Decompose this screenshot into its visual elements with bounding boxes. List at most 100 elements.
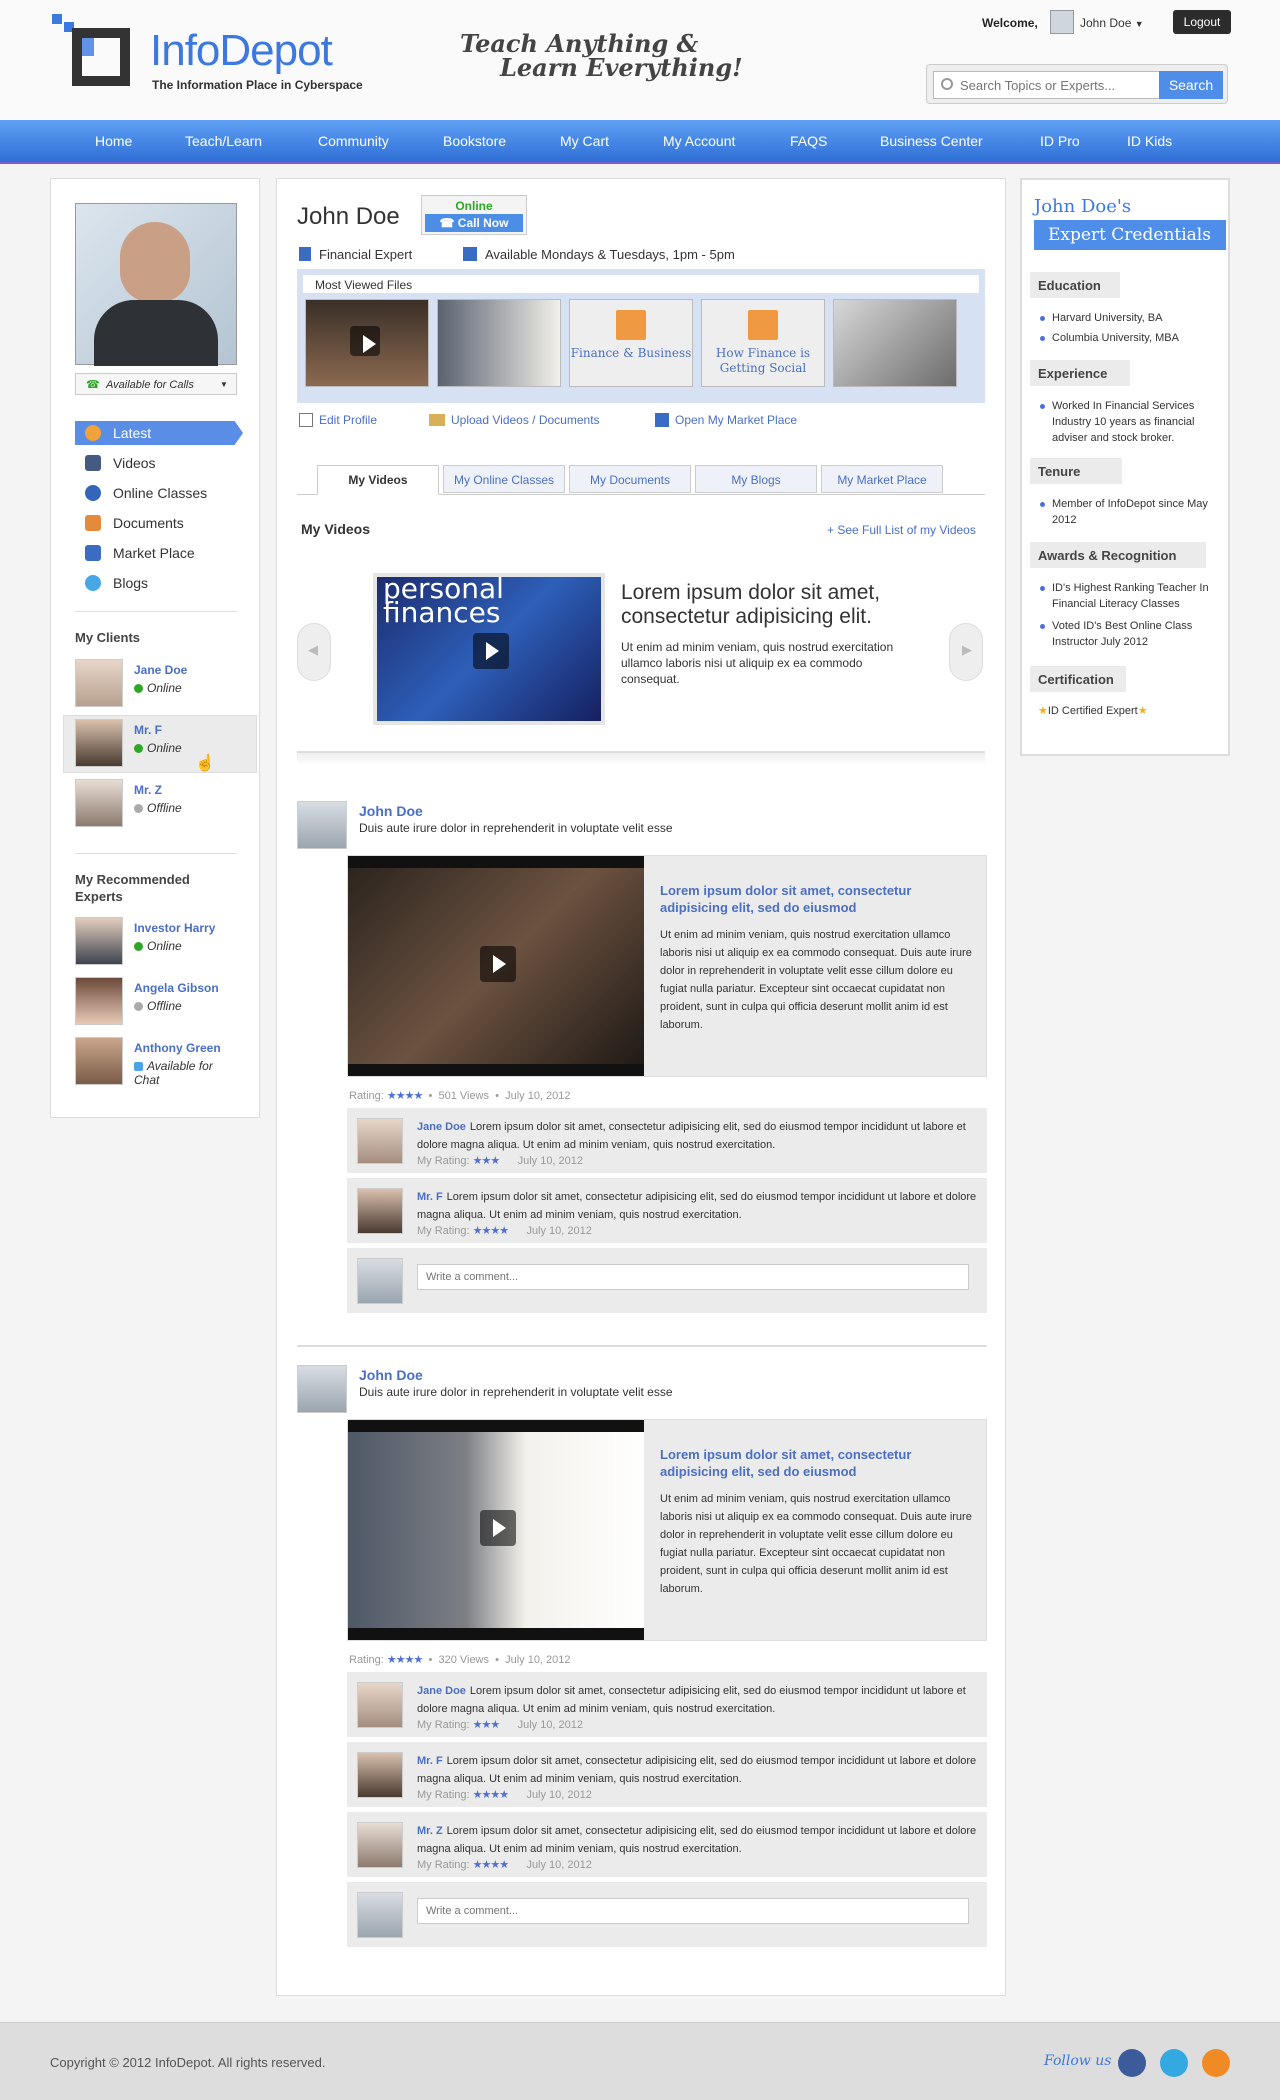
comment-author[interactable]: Mr. F bbox=[417, 1191, 443, 1203]
rating-stars[interactable]: ★★★★ bbox=[387, 1654, 423, 1666]
file-video-1[interactable] bbox=[305, 299, 429, 387]
video-thumbnail[interactable] bbox=[348, 1420, 644, 1640]
edit-profile-link[interactable]: Edit Profile bbox=[299, 413, 377, 427]
nav-home[interactable]: Home bbox=[95, 133, 132, 149]
expert-investor-harry[interactable]: Investor Harry Online bbox=[75, 917, 245, 971]
avatar bbox=[297, 801, 347, 849]
comment-author[interactable]: Mr. F bbox=[417, 1755, 443, 1767]
comment-input[interactable] bbox=[417, 1898, 969, 1924]
tab-my-documents[interactable]: My Documents bbox=[569, 465, 691, 493]
nav-teach-learn[interactable]: Teach/Learn bbox=[185, 133, 262, 149]
nav-community[interactable]: Community bbox=[318, 133, 389, 149]
logout-button[interactable]: Logout bbox=[1173, 10, 1231, 34]
credentials-panel: John Doe's Expert Credentials Education … bbox=[1020, 178, 1230, 756]
nav-faqs[interactable]: FAQS bbox=[790, 133, 827, 149]
tab-my-videos[interactable]: My Videos bbox=[317, 465, 439, 495]
nav-id-kids[interactable]: ID Kids bbox=[1127, 133, 1172, 149]
status: Online bbox=[134, 939, 182, 953]
comment: Mr. Z Lorem ipsum dolor sit amet, consect… bbox=[347, 1811, 987, 1877]
search-box: Search bbox=[926, 64, 1228, 104]
market-place-link[interactable]: Open My Market Place bbox=[655, 413, 797, 427]
facebook-icon[interactable] bbox=[1118, 2049, 1146, 2077]
logo-tagline: The Information Place in Cyberspace bbox=[152, 78, 363, 92]
avatar bbox=[75, 977, 123, 1025]
file-how-finance-social[interactable]: How Finance is Getting Social bbox=[701, 299, 825, 387]
status: Offline bbox=[134, 801, 182, 815]
video-box: Lorem ipsum dolor sit amet, consectetur … bbox=[347, 1419, 987, 1641]
user-menu[interactable]: John Doe ▼ bbox=[1080, 16, 1144, 30]
rss-icon[interactable] bbox=[1202, 2049, 1230, 2077]
video-thumbnail[interactable] bbox=[348, 856, 644, 1076]
post-author[interactable]: John Doe bbox=[359, 1367, 423, 1383]
status: Online bbox=[134, 681, 182, 695]
featured-video-thumbnail[interactable]: personal finances bbox=[373, 573, 605, 725]
section-title: My Videos bbox=[301, 521, 370, 537]
featured-video-title[interactable]: Lorem ipsum dolor sit amet, consectetur … bbox=[621, 581, 941, 629]
nav-id-pro[interactable]: ID Pro bbox=[1040, 133, 1080, 149]
video-meta: Rating: ★★★★ • 501 Views • July 10, 2012 bbox=[349, 1090, 571, 1102]
avatar bbox=[357, 1258, 403, 1304]
client-mr-f[interactable]: Mr. F Online ☝ bbox=[75, 719, 245, 773]
search-button[interactable]: Search bbox=[1159, 71, 1223, 99]
nav-bookstore[interactable]: Bookstore bbox=[443, 133, 506, 149]
comment-date: July 10, 2012 bbox=[517, 1155, 584, 1167]
comment-meta: My Rating: ★★★★ July 10, 2012 bbox=[417, 1788, 592, 1801]
sidebar-item-documents[interactable]: Documents bbox=[75, 511, 243, 535]
file-video-2[interactable] bbox=[437, 299, 561, 387]
nav-my-cart[interactable]: My Cart bbox=[560, 133, 609, 149]
carousel-prev-button[interactable]: ◀ bbox=[297, 623, 331, 681]
sidebar-item-videos[interactable]: Videos bbox=[75, 451, 243, 475]
avatar bbox=[297, 1365, 347, 1413]
comment-body: Lorem ipsum dolor sit amet, consectetur … bbox=[417, 1121, 966, 1151]
search-input[interactable] bbox=[933, 71, 1163, 99]
tenure-heading: Tenure bbox=[1030, 458, 1122, 484]
see-full-list-link[interactable]: + See Full List of my Videos bbox=[827, 523, 976, 537]
online-status-icon bbox=[134, 744, 143, 753]
comment-author[interactable]: Jane Doe bbox=[417, 1121, 466, 1133]
play-icon bbox=[480, 946, 516, 982]
video-title[interactable]: Lorem ipsum dolor sit amet, consectetur … bbox=[660, 1446, 975, 1480]
my-clients-title: My Clients bbox=[75, 630, 141, 645]
certification-heading: Certification bbox=[1030, 666, 1126, 692]
rating-stars[interactable]: ★★★★ bbox=[387, 1090, 423, 1102]
avatar bbox=[357, 1118, 403, 1164]
comment-body: Lorem ipsum dolor sit amet, consectetur … bbox=[417, 1191, 977, 1221]
user-avatar[interactable] bbox=[1050, 10, 1074, 34]
experience-heading: Experience bbox=[1030, 360, 1130, 386]
twitter-icon[interactable] bbox=[1160, 2049, 1188, 2077]
sidebar-item-label: Market Place bbox=[113, 545, 195, 561]
tab-my-online-classes[interactable]: My Online Classes bbox=[443, 465, 565, 493]
sidebar-item-market-place[interactable]: Market Place bbox=[75, 541, 243, 565]
comment-author[interactable]: Jane Doe bbox=[417, 1685, 466, 1697]
expert-anthony-green[interactable]: Anthony Green Available for Chat bbox=[75, 1037, 245, 1097]
availability-dropdown[interactable]: ☎ Available for Calls ▼ bbox=[75, 373, 237, 395]
tab-my-blogs[interactable]: My Blogs bbox=[695, 465, 817, 493]
nav-my-account[interactable]: My Account bbox=[663, 133, 735, 149]
tab-my-market-place[interactable]: My Market Place bbox=[821, 465, 943, 493]
comment: Mr. F Lorem ipsum dolor sit amet, consect… bbox=[347, 1741, 987, 1807]
file-bailout-plan[interactable] bbox=[833, 299, 957, 387]
expert-angela-gibson[interactable]: Angela Gibson Offline bbox=[75, 977, 245, 1031]
comment-author[interactable]: Mr. Z bbox=[417, 1825, 443, 1837]
rating-stars: ★★★ bbox=[472, 1155, 501, 1167]
client-mr-z[interactable]: Mr. Z Offline bbox=[75, 779, 245, 833]
video-title[interactable]: Lorem ipsum dolor sit amet, consectetur … bbox=[660, 882, 975, 916]
link-label: Upload Videos / Documents bbox=[451, 413, 600, 427]
carousel-next-button[interactable]: ▶ bbox=[949, 623, 983, 681]
link-label: Open My Market Place bbox=[675, 413, 798, 427]
sidebar-item-latest[interactable]: Latest bbox=[75, 421, 243, 445]
thumbnail-line-2: finances bbox=[383, 596, 501, 629]
sidebar-item-online-classes[interactable]: Online Classes bbox=[75, 481, 243, 505]
client-jane-doe[interactable]: Jane Doe Online bbox=[75, 659, 245, 713]
call-now-button[interactable]: ☎ Call Now bbox=[425, 214, 523, 232]
upload-link[interactable]: Upload Videos / Documents bbox=[429, 413, 600, 427]
rating-stars: ★★★★ bbox=[472, 1789, 509, 1801]
sidebar-item-blogs[interactable]: Blogs bbox=[75, 571, 243, 595]
file-finance-business[interactable]: Finance & Business bbox=[569, 299, 693, 387]
post-author[interactable]: John Doe bbox=[359, 803, 423, 819]
comment-body: Lorem ipsum dolor sit amet, consectetur … bbox=[417, 1825, 977, 1855]
comment-input[interactable] bbox=[417, 1264, 969, 1290]
chevron-down-icon: ▼ bbox=[1134, 19, 1144, 29]
nav-business-center[interactable]: Business Center bbox=[880, 133, 983, 149]
logo[interactable]: InfoDepot The Information Place in Cyber… bbox=[52, 14, 372, 100]
